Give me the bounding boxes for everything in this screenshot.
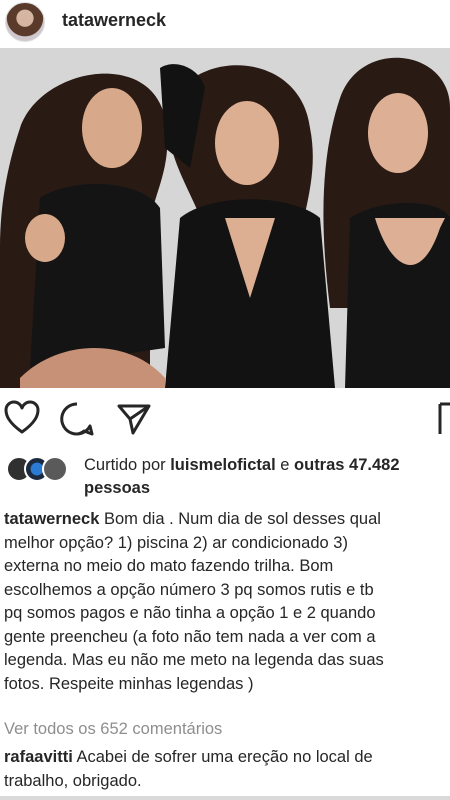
caption-line: melhor opção? 1) piscina 2) ar condicion… (4, 533, 348, 552)
profile-avatar[interactable] (5, 2, 45, 42)
comment-text: trabalho, obrigado. (4, 771, 142, 790)
caption-line: Bom dia . Num dia de sol desses qual (99, 510, 381, 528)
caption-line: gente preencheu (a foto não tem nada a v… (4, 627, 376, 646)
bookmark-icon[interactable] (438, 402, 450, 441)
comment-icon[interactable] (58, 400, 96, 443)
liker-avatar[interactable] (42, 456, 68, 482)
post-header: tatawerneck (0, 0, 450, 48)
paper-plane-icon[interactable] (116, 402, 152, 441)
likes-others[interactable]: outras 47.482 (294, 456, 399, 474)
comment-username[interactable]: rafaavitti (4, 748, 73, 766)
post-caption: tatawerneck Bom dia . Num dia de sol des… (4, 508, 448, 696)
post-username[interactable]: tatawerneck (62, 10, 166, 31)
heart-icon[interactable] (2, 398, 42, 443)
view-all-comments-link[interactable]: Ver todos os 652 comentários (4, 720, 222, 739)
caption-line: pq somos pagos e não tinha a opção 1 e 2… (4, 604, 376, 622)
liker-avatars (6, 456, 76, 484)
likes-suffix[interactable]: pessoas (84, 479, 150, 497)
caption-line: externa no meio do mato fazendo trilha. … (4, 557, 334, 575)
caption-line: escolhemos a opção número 3 pq somos rut… (4, 580, 374, 599)
likes-middle: e (275, 456, 295, 474)
likes-user[interactable]: luismelofictal (170, 456, 275, 474)
likes-prefix: Curtido por (84, 456, 171, 474)
post-photo-illustration (0, 48, 450, 388)
comment-text: Acabei de sofrer uma ereção no local de (72, 748, 373, 766)
caption-username[interactable]: tatawerneck (4, 510, 99, 528)
post-photo[interactable] (0, 48, 450, 388)
likes-row: Curtido por luismelofictal e outras 47.4… (0, 452, 450, 500)
caption-line: fotos. Respeite minhas legendas ) (4, 674, 254, 693)
post-actions (0, 396, 450, 444)
caption-line: legenda. Mas eu não me meto na legenda d… (4, 651, 384, 669)
bottom-divider (0, 796, 450, 800)
likes-summary[interactable]: Curtido por luismelofictal e outras 47.4… (84, 454, 446, 500)
figure-left (0, 73, 168, 388)
comment-item: rafaavitti Acabei de sofrer uma ereção n… (4, 746, 448, 793)
